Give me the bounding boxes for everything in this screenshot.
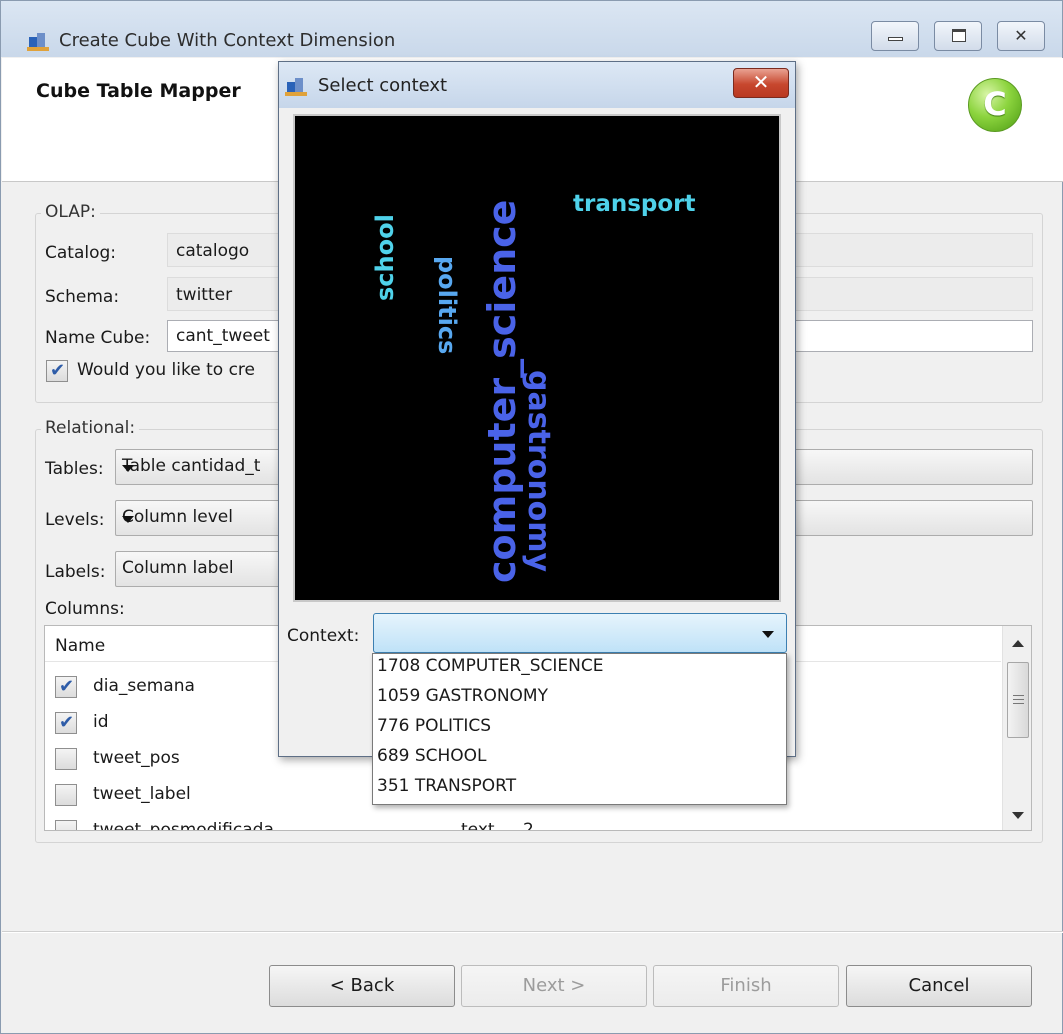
footer-separator: [2, 931, 1063, 933]
row-checkbox[interactable]: [55, 784, 77, 806]
row-checkbox[interactable]: [55, 820, 77, 830]
minimize-icon: [888, 37, 903, 41]
scroll-up-icon[interactable]: [1012, 640, 1024, 647]
chevron-down-icon: [122, 465, 134, 472]
chevron-down-icon: [122, 516, 134, 523]
dropdown-option[interactable]: 689 SCHOOL: [377, 746, 487, 776]
column-name-cell: dia_semana: [93, 676, 195, 696]
chevron-down-icon: [762, 631, 774, 638]
tables-label: Tables:: [45, 459, 104, 479]
context-label: Context:: [287, 626, 360, 646]
row-checkbox[interactable]: [55, 748, 77, 770]
wizard-title: Cube Table Mapper: [36, 80, 241, 102]
dropdown-option[interactable]: 351 TRANSPORT: [377, 776, 516, 806]
relational-legend: Relational:: [41, 418, 140, 438]
word-politics[interactable]: politics: [433, 256, 461, 354]
columns-label: Columns:: [45, 599, 125, 619]
word-cloud: school politics computer_science gastron…: [293, 114, 781, 602]
word-school[interactable]: school: [371, 214, 399, 301]
word-transport[interactable]: transport: [573, 191, 696, 217]
window-titlebar: Create Cube With Context Dimension ✕: [1, 1, 1062, 57]
row-checkbox[interactable]: [55, 712, 77, 734]
dialog-close-button[interactable]: ✕: [733, 68, 789, 98]
maximize-button[interactable]: [934, 21, 982, 51]
olap-legend: OLAP:: [41, 202, 100, 222]
labels-label: Labels:: [45, 562, 106, 582]
name-cube-label: Name Cube:: [45, 328, 151, 348]
scroll-down-icon[interactable]: [1012, 812, 1024, 819]
next-button[interactable]: Next >: [461, 965, 647, 1007]
dropdown-option[interactable]: 1708 COMPUTER_SCIENCE: [377, 656, 603, 686]
close-icon: ✕: [752, 70, 770, 94]
back-button[interactable]: < Back: [269, 965, 455, 1007]
context-select[interactable]: [373, 613, 787, 653]
word-gastronomy[interactable]: gastronomy: [521, 370, 556, 573]
levels-label: Levels:: [45, 510, 105, 530]
context-dropdown-list: 1708 COMPUTER_SCIENCE 1059 GASTRONOMY 77…: [372, 653, 787, 805]
create-context-label: Would you like to cre: [77, 360, 255, 380]
row-checkbox[interactable]: [55, 676, 77, 698]
finish-button[interactable]: Finish: [653, 965, 839, 1007]
column-type-cell: text: [461, 820, 495, 831]
column-name-cell: id: [93, 712, 109, 732]
column-name-cell: tweet_label: [93, 784, 191, 804]
dialog-title: Select context: [318, 75, 448, 96]
column-size-cell: 2: [523, 820, 534, 831]
maximize-icon: [952, 29, 966, 42]
column-header-name: Name: [55, 636, 106, 656]
wizard-logo-icon: C: [968, 78, 1022, 132]
app-icon: [27, 31, 49, 51]
dialog-app-icon: [285, 76, 307, 96]
table-scrollbar[interactable]: [1002, 626, 1031, 830]
cancel-button[interactable]: Cancel: [846, 965, 1032, 1007]
table-row[interactable]: tweet_posmodificada text 2: [45, 814, 1001, 831]
scroll-thumb[interactable]: [1007, 662, 1029, 738]
dialog-titlebar: Select context ✕: [279, 62, 795, 108]
close-icon: ✕: [1014, 26, 1028, 45]
schema-label: Schema:: [45, 287, 120, 307]
window-title: Create Cube With Context Dimension: [59, 30, 396, 51]
dropdown-option[interactable]: 1059 GASTRONOMY: [377, 686, 548, 716]
create-context-checkbox[interactable]: [46, 360, 68, 382]
dropdown-option[interactable]: 776 POLITICS: [377, 716, 491, 746]
word-computer-science[interactable]: computer_science: [480, 200, 524, 583]
catalog-label: Catalog:: [45, 243, 117, 263]
column-name-cell: tweet_pos: [93, 748, 180, 768]
minimize-button[interactable]: [871, 21, 919, 51]
close-button[interactable]: ✕: [997, 21, 1045, 51]
column-name-cell: tweet_posmodificada: [93, 820, 274, 831]
